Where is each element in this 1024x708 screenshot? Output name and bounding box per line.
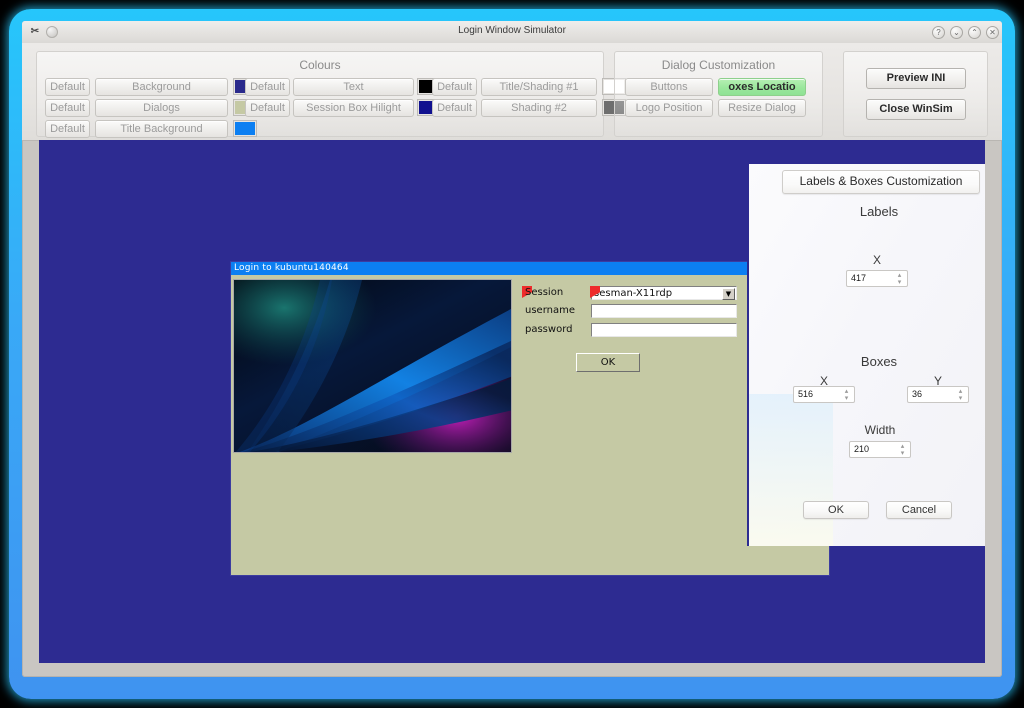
session-label: Session xyxy=(525,287,564,298)
labels-section-title: Labels xyxy=(859,204,899,219)
actions-group: Preview INI Close WinSim xyxy=(843,51,988,137)
panel-cancel-button[interactable]: Cancel xyxy=(886,501,952,519)
boxes-y-spinner[interactable]: 36 ▴ ▾ xyxy=(907,386,969,403)
colour-button-title-shading-1[interactable]: Title/Shading #1 xyxy=(481,78,597,96)
session-combobox[interactable]: sesman-X11rdp ▼ xyxy=(591,286,737,300)
login-ok-button[interactable]: OK xyxy=(576,353,640,372)
username-label: username xyxy=(525,305,575,316)
application-window: ✂ Login Window Simulator ? ⌄ ⌃ ✕ Colours… xyxy=(22,21,1002,677)
preview-ini-button[interactable]: Preview INI xyxy=(866,68,966,89)
help-button[interactable]: ? xyxy=(932,26,945,39)
default-button-title-shading-1[interactable]: Default xyxy=(432,78,477,96)
window-title: Login Window Simulator xyxy=(458,25,566,36)
default-button-session-box-hilight[interactable]: Default xyxy=(245,99,290,117)
password-label: password xyxy=(525,324,573,335)
colour-swatch-title-background[interactable] xyxy=(234,121,256,136)
resize-dialog-button[interactable]: Resize Dialog xyxy=(718,99,806,117)
spinner-arrows-icon[interactable]: ▴ ▾ xyxy=(898,443,907,457)
dialog-customization-group: Dialog Customization Buttons oxes Locati… xyxy=(614,51,823,137)
close-button[interactable]: ✕ xyxy=(986,26,999,39)
boxes-width-label: Width xyxy=(864,423,896,437)
colour-button-background[interactable]: Background xyxy=(95,78,228,96)
screen-root: ✂ Login Window Simulator ? ⌄ ⌃ ✕ Colours… xyxy=(0,0,1024,708)
logo-position-button[interactable]: Logo Position xyxy=(625,99,713,117)
chevron-down-icon[interactable]: ▼ xyxy=(722,288,735,300)
colour-button-text[interactable]: Text xyxy=(293,78,414,96)
colours-group: Colours Default Background Default Dialo… xyxy=(36,51,625,138)
kubuntu-wallpaper-logo xyxy=(233,279,512,453)
default-button-text[interactable]: Default xyxy=(245,78,290,96)
default-button-title-background[interactable]: Default xyxy=(45,120,90,138)
spinner-arrows-icon[interactable]: ▴ ▾ xyxy=(842,388,851,402)
boxes-width-spinner[interactable]: 210 ▴ ▾ xyxy=(849,441,911,458)
labels-boxes-panel: Labels & Boxes Customization Labels X 41… xyxy=(747,164,985,546)
login-dialog: Login to kubuntu140464 Session sesman-X1… xyxy=(230,261,830,576)
login-dialog-title: Login to kubuntu140464 xyxy=(231,262,829,275)
colour-button-title-background[interactable]: Title Background xyxy=(95,120,228,138)
buttons-button[interactable]: Buttons xyxy=(625,78,713,96)
default-button-shading-2[interactable]: Default xyxy=(432,99,477,117)
password-input[interactable] xyxy=(591,323,737,337)
dialog-customization-title: Dialog Customization xyxy=(661,58,776,72)
colours-group-title: Colours xyxy=(299,58,341,72)
spinner-arrows-icon[interactable]: ▴ ▾ xyxy=(956,388,965,402)
title-bar: ✂ Login Window Simulator ? ⌄ ⌃ ✕ xyxy=(22,21,1002,44)
colour-button-shading-2[interactable]: Shading #2 xyxy=(481,99,597,117)
wallpaper-graphic xyxy=(234,280,511,452)
username-input[interactable] xyxy=(591,304,737,318)
close-winsim-button[interactable]: Close WinSim xyxy=(866,99,966,120)
panel-ok-button[interactable]: OK xyxy=(803,501,869,519)
spinner-arrows-icon[interactable]: ▴ ▾ xyxy=(895,272,904,286)
panel-header[interactable]: Labels & Boxes Customization xyxy=(782,170,980,194)
boxes-section-title: Boxes xyxy=(860,354,898,369)
colour-button-dialogs[interactable]: Dialogs xyxy=(95,99,228,117)
default-button-dialogs[interactable]: Default xyxy=(45,99,90,117)
maximize-button[interactable]: ⌃ xyxy=(968,26,981,39)
boxes-location-button[interactable]: oxes Locatio xyxy=(718,78,806,96)
default-button-background[interactable]: Default xyxy=(45,78,90,96)
labels-x-label: X xyxy=(872,253,881,267)
desktop-preview: Login to kubuntu140464 Session sesman-X1… xyxy=(39,140,985,663)
colour-button-session-box-hilight[interactable]: Session Box Hilight xyxy=(293,99,414,117)
labels-x-spinner[interactable]: 417 ▴ ▾ xyxy=(846,270,908,287)
toolbar: Colours Default Background Default Dialo… xyxy=(22,43,1002,141)
minimize-button[interactable]: ⌄ xyxy=(950,26,963,39)
boxes-x-spinner[interactable]: 516 ▴ ▾ xyxy=(793,386,855,403)
